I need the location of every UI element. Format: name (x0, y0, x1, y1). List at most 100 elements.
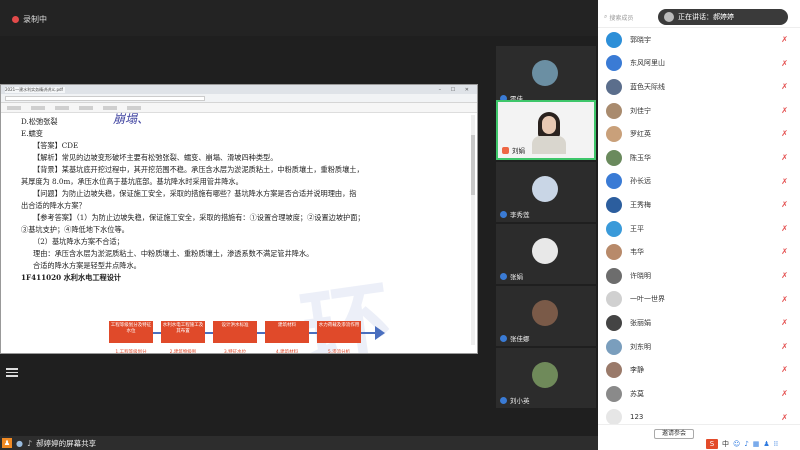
participant-row[interactable]: 苏莫 ✗ (598, 382, 800, 406)
participant-name: 蓝色天际线 (630, 82, 665, 91)
video-tile[interactable]: 张娟 (496, 224, 596, 284)
user-icon[interactable]: ♟ (763, 440, 769, 448)
recording-indicator[interactable]: 录制中 (12, 14, 47, 25)
scrollbar[interactable] (471, 115, 475, 345)
mic-muted-icon[interactable]: ✗ (781, 342, 788, 351)
avatar (606, 385, 622, 402)
url-field[interactable] (5, 95, 205, 101)
video-name-tag: 刘娟 (502, 145, 525, 155)
participant-row[interactable]: 韦华 ✗ (598, 240, 800, 264)
flow-arrow-head-icon (375, 326, 385, 340)
user-icon (500, 272, 507, 280)
invite-button[interactable]: 邀请参会 (654, 429, 694, 439)
mic-muted-icon[interactable]: ✗ (781, 224, 788, 233)
menu-icon[interactable] (6, 368, 18, 378)
mic-muted-icon[interactable]: ✗ (781, 59, 788, 68)
avatar (606, 314, 622, 331)
mic-muted-icon[interactable]: ✗ (781, 35, 788, 44)
participant-row[interactable]: 张丽娟 ✗ (598, 311, 800, 335)
mic-muted-icon[interactable]: ✗ (781, 247, 788, 256)
speaking-text: 正在讲话：郝婷婷 (678, 13, 734, 21)
window-controls[interactable]: – ☐ ✕ (439, 87, 477, 93)
avatar (606, 149, 622, 166)
flow-box-caption: 2.建筑物级别 (161, 349, 205, 353)
mic-muted-icon[interactable]: ✗ (781, 365, 788, 374)
flow-box: 水力荷载及渗流作用 (317, 321, 361, 343)
mic-muted-icon[interactable]: ✗ (781, 106, 788, 115)
toolbar-tool[interactable] (55, 105, 69, 110)
participant-name: 123 (630, 413, 644, 422)
mic-icon (502, 146, 509, 154)
flow-box: 水利水电工程施工及其布置 (161, 321, 205, 343)
mic-muted-icon[interactable]: ✗ (781, 200, 788, 209)
video-tile[interactable]: 刘娟 (496, 100, 596, 160)
mic-icon[interactable]: ♪ (27, 439, 32, 448)
participant-name: 郭晓宇 (630, 35, 651, 44)
search-icon: ⌕ (604, 13, 608, 20)
emoji-icon[interactable]: ☺ (733, 440, 740, 448)
grid-icon[interactable]: ⁞⁞ (774, 440, 778, 448)
participant-name: 韦华 (630, 248, 644, 257)
mic-muted-icon[interactable]: ✗ (781, 318, 788, 327)
participant-row[interactable]: 王平 ✗ (598, 217, 800, 241)
participant-row[interactable]: 陈玉华 ✗ (598, 146, 800, 170)
participant-row[interactable]: 郭晓宇 ✗ (598, 28, 800, 52)
mic-muted-icon[interactable]: ✗ (781, 153, 788, 162)
participant-row[interactable]: 东风阿里山 ✗ (598, 52, 800, 76)
mic-muted-icon[interactable]: ✗ (781, 129, 788, 138)
avatar (606, 55, 622, 72)
flow-box: 建筑材料 (265, 321, 309, 343)
participant-row[interactable]: 刘佳宁 ✗ (598, 99, 800, 123)
mic-muted-icon[interactable]: ✗ (781, 271, 788, 280)
video-tile[interactable]: 李秀莲 (496, 162, 596, 222)
toolbar-tool[interactable] (127, 105, 141, 110)
mic-muted-icon[interactable]: ✗ (781, 295, 788, 304)
video-tile[interactable]: 刘小英 (496, 348, 596, 408)
toolbar-tool[interactable] (79, 105, 93, 110)
document-line: 理由：承压含水层为淤泥质粘土、中粉质壤土、重粉质壤土，渗透系数不满足管井降水。 (33, 249, 314, 258)
document-line: 【问题】为防止边坡失稳，保证施工安全，采取的措施有哪些？基坑降水方案是否合适并说… (33, 189, 357, 198)
toolbar-tool[interactable] (7, 105, 21, 110)
sogou-icon[interactable]: S (706, 439, 718, 449)
toolbar-tool[interactable] (103, 105, 117, 110)
mic-muted-icon[interactable]: ✗ (781, 82, 788, 91)
document-line: 【参考答案】（1）为防止边坡失稳，保证施工安全，采取的措施有：①设置合理坡度；②… (33, 213, 365, 222)
document-line: 【背景】某基坑底开挖过程中，其开挖范围不稳。承压含水层为淤泥质粘土，中粉质壤土，… (33, 165, 364, 174)
input-method-bar: S 中 ☺ ♪ ▦ ♟ ⁞⁞ (706, 439, 778, 449)
video-tile[interactable]: 零佳 (496, 46, 596, 106)
participant-name: 刘佳宁 (630, 106, 651, 115)
search-field[interactable]: ⌕ 搜索成员 (604, 12, 654, 22)
participant-row[interactable]: 许晓明 ✗ (598, 264, 800, 288)
video-name-tag: 刘小英 (500, 395, 530, 405)
participant-row[interactable]: 一叶一世界 ✗ (598, 288, 800, 312)
scrollbar-thumb[interactable] (471, 135, 475, 195)
mic-muted-icon[interactable]: ✗ (781, 413, 788, 422)
avatar (606, 102, 622, 119)
avatar (606, 244, 622, 261)
document-line: E.蠕变 (21, 129, 43, 138)
participant-row[interactable]: 罗红英 ✗ (598, 122, 800, 146)
participant-row[interactable]: 刘东明 ✗ (598, 335, 800, 359)
user-icon (500, 396, 507, 404)
mic-muted-icon[interactable]: ✗ (781, 177, 788, 186)
keyboard-icon[interactable]: ▦ (753, 440, 760, 448)
video-name: 李秀莲 (510, 211, 530, 219)
avatar (532, 60, 558, 86)
flow-box-caption: 5.渗流分析 (317, 349, 361, 353)
mic-icon[interactable]: ♪ (744, 440, 748, 448)
participant-name: 张丽娟 (630, 318, 651, 327)
participant-row[interactable]: 王秀梅 ✗ (598, 193, 800, 217)
participant-row[interactable]: 孙长远 ✗ (598, 170, 800, 194)
screen-share-label: 郝婷婷的屏幕共享 (36, 438, 97, 448)
avatar (532, 238, 558, 264)
input-mode[interactable]: 中 (722, 439, 729, 449)
participant-row[interactable]: 李静 ✗ (598, 358, 800, 382)
participant-name: 罗红英 (630, 130, 651, 139)
video-tile[interactable]: 张佳娜 (496, 286, 596, 346)
toolbar-tool[interactable] (31, 105, 45, 110)
participant-row[interactable]: 蓝色天际线 ✗ (598, 75, 800, 99)
mic-muted-icon[interactable]: ✗ (781, 389, 788, 398)
browser-tab[interactable]: 2021一建水利实务精讲讲义.pdf (5, 86, 65, 93)
panel-header: ⌕ 搜索成员 正在讲话：郝婷婷 (598, 0, 800, 28)
document-line: 出合适的降水方案？ (21, 201, 86, 210)
